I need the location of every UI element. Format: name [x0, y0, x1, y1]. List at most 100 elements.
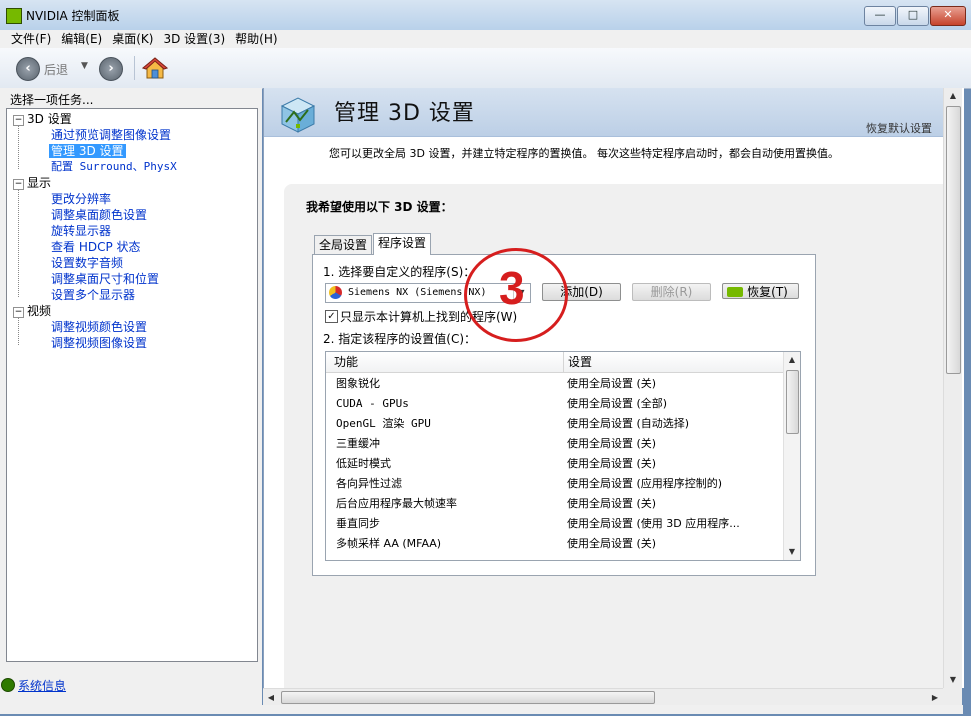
nvidia-app-icon: [6, 8, 22, 24]
setting-cell[interactable]: 使用全局设置 (关): [567, 454, 656, 474]
restore-defaults-link[interactable]: 恢复默认设置: [866, 120, 932, 136]
task-panel-heading: 选择一项任务...: [10, 93, 94, 107]
settings-card: 我希望使用以下 3D 设置： 全局设置 程序设置 1. 选择要自定义的程序(S)…: [284, 184, 956, 688]
table-scrollbar[interactable]: ▲ ▼: [783, 352, 800, 560]
annotation-number: 3: [499, 262, 525, 314]
menu-edit[interactable]: 编辑(E): [56, 30, 107, 48]
tree-item-preview-image-settings[interactable]: 通过预览调整图像设置: [51, 128, 171, 142]
main-horizontal-scrollbar[interactable]: ◀ ▶: [263, 688, 943, 706]
tree-item-video-color[interactable]: 调整视频颜色设置: [51, 320, 147, 334]
table-row[interactable]: 低延时模式 使用全局设置 (关): [326, 454, 784, 474]
only-found-programs-checkbox[interactable]: ✓: [325, 310, 338, 323]
menu-desktop[interactable]: 桌面(K): [107, 30, 158, 48]
setting-cell[interactable]: 使用全局设置 (使用 3D 应用程序...: [567, 514, 740, 534]
minimize-button[interactable]: —: [864, 6, 896, 26]
section-title: 我希望使用以下 3D 设置：: [306, 200, 453, 214]
status-bar: [0, 705, 963, 714]
table-row[interactable]: 垂直同步 使用全局设置 (使用 3D 应用程序...: [326, 514, 784, 534]
maximize-button[interactable]: □: [897, 6, 929, 26]
table-row[interactable]: 图象锐化 使用全局设置 (关): [326, 374, 784, 394]
setting-cell[interactable]: 使用全局设置 (应用程序控制的): [567, 474, 722, 494]
menu-help[interactable]: 帮助(H): [230, 30, 282, 48]
3d-cube-icon: [280, 97, 316, 133]
column-header-setting[interactable]: 设置: [564, 352, 788, 373]
back-arrow-icon[interactable]: ‹: [16, 57, 40, 81]
tree-category-label: 视频: [27, 304, 52, 318]
back-button-label[interactable]: 后退: [44, 61, 68, 78]
tree-item-hdcp-status[interactable]: 查看 HDCP 状态: [51, 240, 141, 254]
system-info-label: 系统信息: [18, 679, 67, 693]
tree-item-digital-audio[interactable]: 设置数字音频: [51, 256, 123, 270]
close-button[interactable]: ✕: [930, 6, 966, 26]
tree-connector: [18, 123, 19, 169]
table-row[interactable]: 三重缓冲 使用全局设置 (关): [326, 434, 784, 454]
info-icon: [1, 678, 15, 692]
restore-program-button[interactable]: 恢复(T): [722, 283, 799, 299]
scroll-right-icon[interactable]: ▶: [927, 689, 943, 706]
tab-program-settings[interactable]: 程序设置: [373, 233, 432, 255]
title-bar: NVIDIA 控制面板 — □ ✕: [0, 0, 971, 31]
scroll-down-icon[interactable]: ▼: [784, 544, 800, 560]
table-row[interactable]: 多帧采样 AA (MFAA) 使用全局设置 (关): [326, 534, 784, 554]
table-row[interactable]: 后台应用程序最大帧速率 使用全局设置 (关): [326, 494, 784, 514]
setting-cell[interactable]: 使用全局设置 (关): [567, 374, 656, 394]
history-dropdown-icon[interactable]: ▼: [81, 61, 88, 71]
menu-bar: 文件(F) 编辑(E) 桌面(K) 3D 设置(3) 帮助(H): [0, 30, 971, 48]
step2-label: 2. 指定该程序的设置值(C)：: [323, 332, 477, 346]
nvidia-logo-icon: [727, 287, 743, 297]
tree-item-configure-surround-physx[interactable]: 配置 Surround、PhysX: [51, 160, 177, 174]
tree-category-3d-settings[interactable]: −3D 设置: [13, 112, 72, 126]
tree-item-manage-3d-settings[interactable]: 管理 3D 设置: [49, 144, 126, 158]
menu-3d-settings[interactable]: 3D 设置(3): [158, 30, 230, 48]
feature-cell: 垂直同步: [336, 517, 380, 530]
step1-label: 1. 选择要自定义的程序(S)：: [323, 265, 476, 279]
setting-cell[interactable]: 使用全局设置 (关): [567, 534, 656, 554]
program-settings-table[interactable]: 功能 设置 图象锐化 使用全局设置 (关) CUDA - GPUs 使用全局设置 (…: [325, 351, 801, 561]
tab-global-settings[interactable]: 全局设置: [314, 235, 373, 254]
scroll-left-icon[interactable]: ◀: [263, 689, 279, 706]
page-description: 您可以更改全局 3D 设置，并建立特定程序的置换值。 每次这些特定程序启动时，都…: [329, 147, 839, 160]
setting-cell[interactable]: 使用全局设置 (关): [567, 434, 656, 454]
setting-cell[interactable]: 使用全局设置 (自动选择): [567, 414, 689, 434]
scroll-thumb[interactable]: [946, 106, 961, 374]
scroll-down-icon[interactable]: ▼: [944, 672, 962, 688]
tree-item-video-image[interactable]: 调整视频图像设置: [51, 336, 147, 350]
feature-cell: OpenGL 渲染 GPU: [336, 417, 431, 430]
tree-category-display[interactable]: − 显示: [13, 176, 51, 190]
tree-connector: [18, 315, 19, 345]
feature-cell: CUDA - GPUs: [336, 397, 409, 410]
scroll-thumb[interactable]: [281, 691, 655, 704]
toolbar: ‹ 后退 ▼ ›: [0, 48, 971, 89]
column-header-feature[interactable]: 功能: [326, 352, 564, 373]
forward-arrow-icon[interactable]: ›: [99, 57, 123, 81]
task-tree[interactable]: −3D 设置 通过预览调整图像设置 管理 3D 设置 配置 Surround、P…: [6, 108, 258, 662]
tree-item-desktop-color[interactable]: 调整桌面颜色设置: [51, 208, 147, 222]
scrollbar-corner: [943, 688, 962, 705]
table-row[interactable]: CUDA - GPUs 使用全局设置 (全部): [326, 394, 784, 414]
tree-item-desktop-size-position[interactable]: 调整桌面尺寸和位置: [51, 272, 159, 286]
system-info-link[interactable]: 系统信息: [1, 677, 67, 694]
main-vertical-scrollbar[interactable]: ▲ ▼: [943, 88, 962, 688]
collapse-toggle-icon[interactable]: −: [13, 115, 24, 126]
tree-item-rotate-display[interactable]: 旋转显示器: [51, 224, 111, 238]
home-icon[interactable]: [142, 55, 168, 81]
tree-item-multiple-displays[interactable]: 设置多个显示器: [51, 288, 135, 302]
tree-connector: [18, 187, 19, 297]
tree-category-video[interactable]: − 视频: [13, 304, 51, 318]
feature-cell: 各向异性过滤: [336, 477, 402, 490]
remove-program-button[interactable]: 删除(R): [632, 283, 711, 301]
scroll-up-icon[interactable]: ▲: [944, 88, 962, 104]
toolbar-separator: [134, 56, 135, 80]
collapse-toggle-icon[interactable]: −: [13, 179, 24, 190]
tree-item-change-resolution[interactable]: 更改分辨率: [51, 192, 111, 206]
restore-button-label: 恢复(T): [747, 285, 788, 299]
scroll-thumb[interactable]: [786, 370, 799, 434]
menu-file[interactable]: 文件(F): [6, 30, 56, 48]
tree-category-label: 3D 设置: [27, 112, 72, 126]
scroll-up-icon[interactable]: ▲: [784, 352, 800, 368]
collapse-toggle-icon[interactable]: −: [13, 307, 24, 318]
setting-cell[interactable]: 使用全局设置 (关): [567, 494, 656, 514]
setting-cell[interactable]: 使用全局设置 (全部): [567, 394, 667, 414]
table-row[interactable]: OpenGL 渲染 GPU 使用全局设置 (自动选择): [326, 414, 784, 434]
table-row[interactable]: 各向异性过滤 使用全局设置 (应用程序控制的): [326, 474, 784, 494]
